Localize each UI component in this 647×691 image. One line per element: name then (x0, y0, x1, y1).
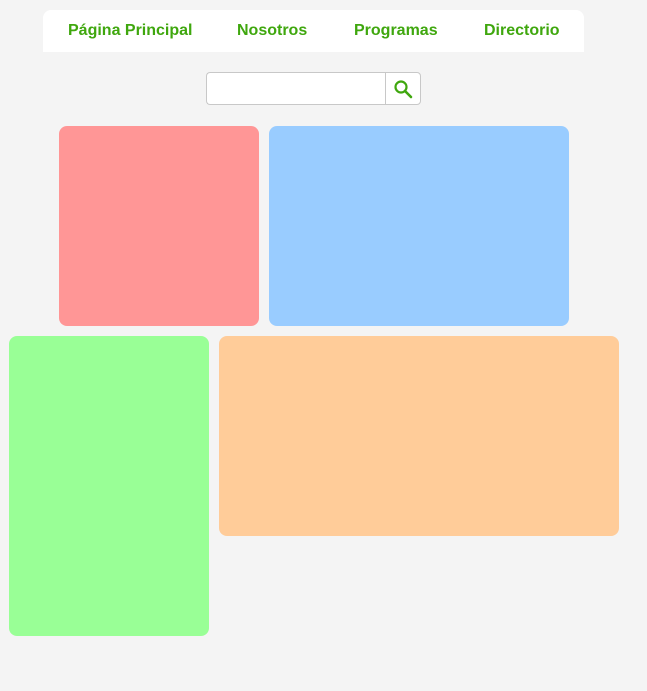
tile-green (9, 336, 209, 636)
search-bar (206, 72, 421, 105)
nav-link-pagina-principal[interactable]: Página Principal (68, 10, 192, 52)
nav-link-programas[interactable]: Programas (354, 10, 438, 52)
nav-link-directorio[interactable]: Directorio (484, 10, 560, 52)
search-button[interactable] (385, 72, 421, 105)
nav-link-nosotros[interactable]: Nosotros (237, 10, 307, 52)
tile-red (59, 126, 259, 326)
main-navigation: Página Principal Nosotros Programas Dire… (43, 10, 584, 52)
tile-orange (219, 336, 619, 536)
search-input[interactable] (206, 72, 386, 105)
search-icon (393, 79, 413, 99)
tile-blue (269, 126, 569, 326)
